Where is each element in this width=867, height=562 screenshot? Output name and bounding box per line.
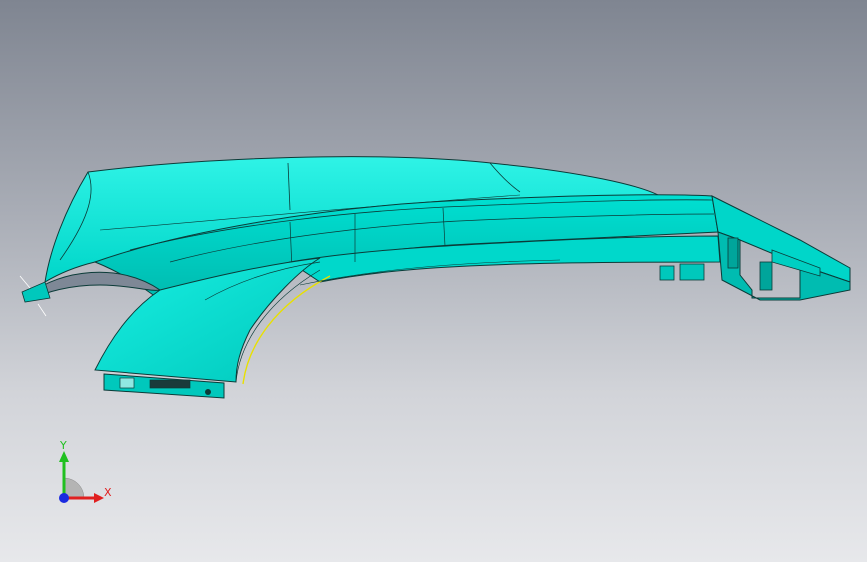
model-geometry [19,275,31,289]
model-part[interactable] [0,0,867,562]
coordinate-triad: Y X [59,439,112,503]
x-axis-label: X [104,486,112,499]
rail-tab [679,263,705,281]
rail-tab [659,265,675,281]
y-axis-arrow [59,451,69,462]
bracket-slot [759,261,773,291]
x-axis-arrow [94,493,104,503]
fender-tip [21,281,51,303]
z-axis-dot [59,493,69,503]
flange-slot [149,379,191,389]
bracket-slot [727,237,739,269]
y-axis-label: Y [59,439,67,452]
flange-hole [205,389,211,395]
model-geometry [37,303,47,317]
flange-slot [119,377,135,389]
cad-viewport[interactable]: Y X [0,0,867,562]
